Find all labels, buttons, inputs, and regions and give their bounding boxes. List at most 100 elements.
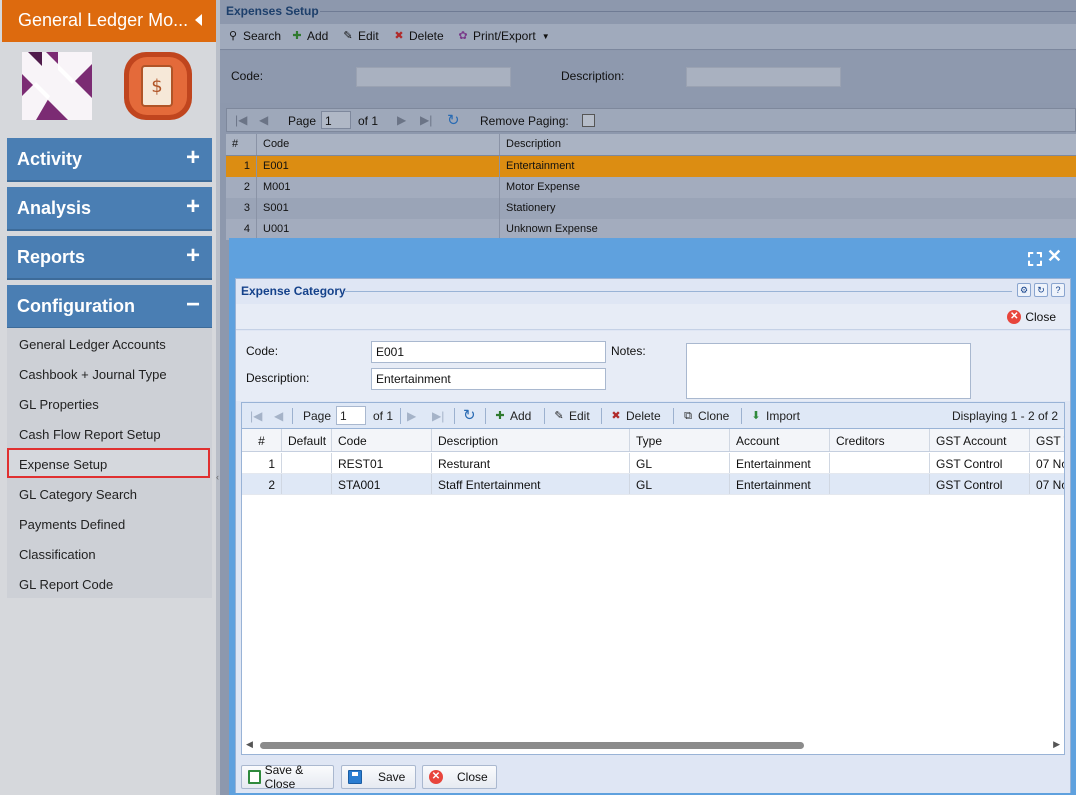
column-header[interactable]: GST Account	[930, 429, 1030, 451]
toolbar-separator	[741, 408, 742, 424]
plus-icon: +	[185, 193, 200, 220]
column-header[interactable]: #	[226, 134, 257, 155]
add-row-button[interactable]: ✚ Add	[493, 409, 531, 423]
print-export-button[interactable]: ✿ Print/Export ▼	[456, 29, 549, 43]
close-button[interactable]: ✕ Close	[1007, 310, 1056, 324]
prev-page-icon[interactable]: ◀	[259, 113, 268, 127]
accordion-configuration[interactable]: Configuration −	[7, 285, 212, 329]
clone-button[interactable]: ⧉ Clone	[681, 409, 729, 423]
accordion-activity[interactable]: Activity +	[7, 138, 212, 182]
notes-field[interactable]	[686, 343, 971, 399]
page-number-input[interactable]: 1	[321, 111, 351, 129]
scroll-left-icon[interactable]: ◀	[246, 739, 253, 750]
page-count: of 1	[373, 409, 394, 423]
accordion-label: Reports	[17, 247, 86, 267]
column-header[interactable]: Description	[432, 429, 630, 451]
edit-button[interactable]: ✎ Edit	[341, 29, 378, 43]
close-icon[interactable]: ✕	[1047, 246, 1062, 267]
column-header[interactable]: #	[242, 429, 282, 451]
toolbar-separator	[673, 408, 674, 424]
code-filter-label: Code:	[231, 69, 264, 83]
import-button[interactable]: ⬇ Import	[749, 409, 800, 423]
search-button[interactable]: ⚲ Search	[226, 29, 281, 43]
last-page-icon[interactable]: ▶|	[420, 113, 432, 127]
grid-header: # Code Description	[226, 134, 1076, 156]
column-header[interactable]: Description	[500, 134, 1076, 155]
delete-row-button[interactable]: ✖ Delete	[609, 409, 660, 423]
last-page-icon[interactable]: ▶|	[432, 409, 444, 423]
code-filter-input[interactable]	[356, 67, 511, 87]
table-row[interactable]: 3 S001 Stationery	[226, 198, 1076, 219]
column-header[interactable]: Creditors	[830, 429, 930, 451]
refresh-icon[interactable]: ↻	[1034, 283, 1048, 297]
expenses-toolbar: ⚲ Search ✚ Add ✎ Edit ✖ Delete ✿ Print/Export…	[220, 24, 1076, 50]
search-icon: ⚲	[228, 30, 238, 42]
refresh-icon[interactable]: ↻	[463, 406, 476, 424]
code-field[interactable]: E001	[371, 341, 606, 363]
expense-category-grid: |◀ ◀ Page 1 of 1 ▶ ▶| ↻ ✚ Add ✎ Edit ✖ Dele…	[241, 402, 1065, 755]
page-count: of 1	[358, 114, 379, 128]
description-filter-input[interactable]	[686, 67, 841, 87]
save-button[interactable]: Save	[341, 765, 416, 789]
table-row[interactable]: 1 E001 Entertainment	[226, 156, 1076, 177]
table-row[interactable]: 1 REST01 Resturant GL Entertainment GST …	[242, 453, 1064, 474]
menu-item-cash-flow-report-setup[interactable]: Cash Flow Report Setup	[7, 418, 212, 448]
add-button[interactable]: ✚ Add	[290, 29, 328, 43]
grid-toolbar: |◀ ◀ Page 1 of 1 ▶ ▶| ↻ ✚ Add ✎ Edit ✖ Dele…	[242, 403, 1064, 429]
gear-icon[interactable]: ⚙	[1017, 283, 1031, 297]
displaying-count: Displaying 1 - 2 of 2	[951, 409, 1058, 423]
logo-area: $	[2, 42, 216, 130]
description-field[interactable]: Entertainment	[371, 368, 606, 390]
plus-icon: +	[185, 144, 200, 171]
remove-paging-checkbox[interactable]	[582, 114, 595, 127]
close-button[interactable]: ✕ Close	[422, 765, 497, 789]
page-number-input[interactable]: 1	[336, 406, 366, 425]
page-label: Page	[303, 409, 332, 423]
filter-bar	[220, 51, 1076, 103]
accordion-analysis[interactable]: Analysis +	[7, 187, 212, 231]
toolbar-separator	[400, 408, 401, 424]
menu-item-gl-report-code[interactable]: GL Report Code	[7, 568, 212, 598]
grid-header: # Default Code Description Type Account …	[242, 429, 1064, 452]
clone-icon: ⧉	[684, 410, 692, 422]
column-header[interactable]: Default	[282, 429, 332, 451]
first-page-icon[interactable]: |◀	[250, 409, 262, 423]
panel-top-toolbar: ✕ Close	[236, 304, 1070, 330]
table-row[interactable]: 2 M001 Motor Expense	[226, 177, 1076, 198]
prev-page-icon[interactable]: ◀	[274, 409, 283, 423]
refresh-icon[interactable]: ↻	[447, 111, 460, 129]
table-row[interactable]: 2 STA001 Staff Entertainment GL Entertai…	[242, 474, 1064, 495]
delete-button[interactable]: ✖ Delete	[392, 29, 443, 43]
next-page-icon[interactable]: ▶	[407, 409, 416, 423]
menu-item-cashbook-journal-type[interactable]: Cashbook + Journal Type	[7, 358, 212, 388]
toolbar-separator	[485, 408, 486, 424]
description-label: Description:	[246, 371, 310, 385]
menu-item-payments-defined[interactable]: Payments Defined	[7, 508, 212, 538]
column-header[interactable]: Account	[730, 429, 830, 451]
minus-icon: −	[185, 291, 200, 318]
column-header[interactable]: Type	[630, 429, 730, 451]
first-page-icon[interactable]: |◀	[235, 113, 247, 127]
menu-item-expense-setup[interactable]: Expense Setup	[7, 448, 210, 478]
maximize-icon[interactable]	[1028, 252, 1042, 266]
edit-row-button[interactable]: ✎ Edit	[552, 409, 589, 423]
menu-item-general-ledger-accounts[interactable]: General Ledger Accounts	[7, 328, 212, 358]
table-row[interactable]: 4 U001 Unknown Expense	[226, 219, 1076, 240]
horizontal-scrollbar[interactable]: ◀ ▶	[246, 739, 1060, 751]
help-icon[interactable]: ?	[1051, 283, 1065, 297]
column-header[interactable]: Code	[257, 134, 500, 155]
scrollbar-thumb[interactable]	[260, 742, 804, 749]
expenses-grid: # Code Description 1 E001 Entertainment …	[226, 134, 1076, 240]
toolbar-separator	[454, 408, 455, 424]
menu-item-gl-properties[interactable]: GL Properties	[7, 388, 212, 418]
scroll-right-icon[interactable]: ▶	[1053, 739, 1060, 750]
collapse-left-icon[interactable]	[195, 14, 202, 26]
column-header[interactable]: Code	[332, 429, 432, 451]
menu-item-gl-category-search[interactable]: GL Category Search	[7, 478, 212, 508]
accordion-reports[interactable]: Reports +	[7, 236, 212, 280]
column-header[interactable]: GST T	[1030, 429, 1064, 451]
next-page-icon[interactable]: ▶	[397, 113, 406, 127]
module-header[interactable]: General Ledger Mo...	[2, 0, 216, 42]
save-and-close-button[interactable]: Save & Close	[241, 763, 334, 791]
menu-item-classification[interactable]: Classification	[7, 538, 212, 568]
